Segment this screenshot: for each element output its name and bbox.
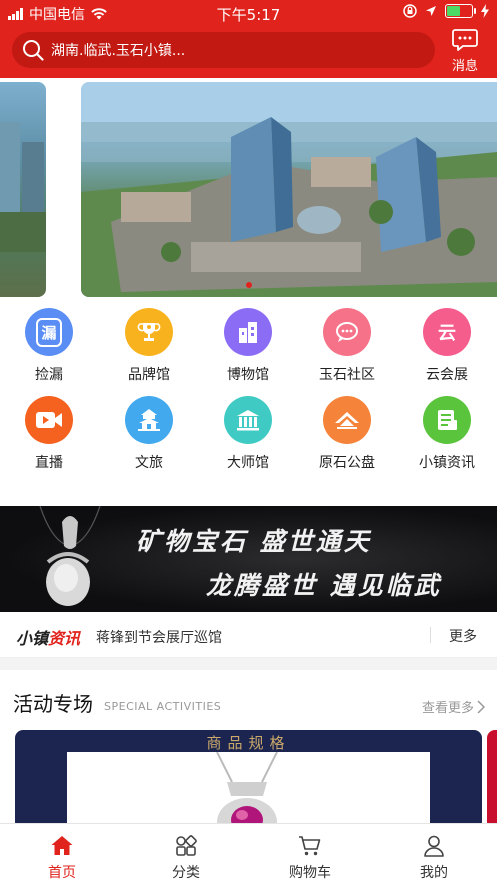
chevron-right-icon [477,699,485,714]
building-icon [224,308,272,356]
tab-category[interactable]: 分类 [146,834,226,882]
chat-bubble-icon [323,308,371,356]
category-label: 大师馆 [227,455,269,471]
message-button[interactable]: 消息 [443,28,487,74]
cloud-expo-icon: 云 [423,308,471,356]
battery-icon [445,4,476,18]
category-item-rough-stone[interactable]: 原石公盘 [307,396,387,472]
category-item-museum[interactable]: 博物馆 [208,308,288,384]
activity-card-header: 商品规格 [206,734,291,752]
news-brand-logo: 小镇资讯 [16,629,81,648]
section-separator [0,658,497,670]
category-label: 原石公盘 [319,455,375,471]
section-subtitle: SPECIAL ACTIVITIES [104,700,222,713]
category-icon [176,835,197,856]
tab-label: 购物车 [289,865,331,881]
pick-icon: 漏 [25,308,73,356]
category-label: 云会展 [426,367,468,383]
activity-card[interactable]: 商品规格 [15,730,482,830]
promo-headline-1: 矿物宝石 盛世通天 [136,527,372,556]
tab-cart[interactable]: 购物车 [270,834,350,882]
bottom-tab-bar: 首页 分类 购物车 我的 [0,823,497,883]
pagoda-icon [125,396,173,444]
charging-icon [481,4,489,18]
category-item-travel[interactable]: 文旅 [109,396,189,472]
activity-card-image [67,751,430,830]
category-label: 捡漏 [35,367,63,383]
search-input[interactable]: 湖南.临武.玉石小镇... [12,32,435,68]
view-more-link[interactable]: 查看更多 [422,697,485,716]
tab-label: 首页 [48,865,76,881]
jade-pendant-image [39,506,101,606]
status-bar: 中国电信 下午5:17 [0,0,497,26]
category-label: 品牌馆 [128,367,170,383]
cart-icon [299,836,321,856]
banner-prev-slide[interactable] [0,82,46,297]
carousel-indicator [246,282,252,288]
view-more-label: 查看更多 [421,701,474,716]
tab-profile[interactable]: 我的 [394,834,474,882]
search-placeholder: 湖南.临武.玉石小镇... [51,43,186,59]
banner-image[interactable] [81,82,497,297]
promo-banner[interactable]: 矿物宝石 盛世通天 龙腾盛世 遇见临武 [0,506,497,612]
video-camera-icon [25,396,73,444]
activity-card-next[interactable] [487,730,497,830]
news-ticker[interactable]: 小镇资讯 蒋锋到节会展厅巡馆 更多 [0,612,497,658]
news-more-link[interactable]: 更多 [449,626,477,646]
category-label: 直播 [35,455,63,471]
category-label: 博物馆 [227,367,269,383]
category-label: 文旅 [135,455,163,471]
promo-headline-2: 龙腾盛世 遇见临武 [206,571,442,600]
category-item-community[interactable]: 玉石社区 [307,308,387,384]
status-right [403,4,489,18]
tab-label: 分类 [172,865,200,881]
category-label: 小镇资讯 [419,455,475,471]
divider [430,627,431,643]
search-icon [23,40,44,61]
category-label: 玉石社区 [319,367,375,383]
news-icon [423,396,471,444]
section-title: 活动专场 [13,692,93,716]
stone-icon [323,396,371,444]
tab-label: 我的 [420,865,448,881]
category-item-master[interactable]: 大师馆 [208,396,288,472]
category-item-cloud-expo[interactable]: 云 云会展 [407,308,487,384]
home-icon [51,836,73,855]
app-header: 中国电信 下午5:17 湖南.临武.玉石小镇... 消息 [0,0,497,78]
category-item-brand[interactable]: 品牌馆 [109,308,189,384]
banner-carousel[interactable] [0,82,497,297]
news-headline[interactable]: 蒋锋到节会展厅巡馆 [96,627,222,647]
orientation-lock-icon [403,4,417,18]
category-item-jianlou[interactable]: 漏 捡漏 [9,308,89,384]
tab-home[interactable]: 首页 [22,834,102,882]
message-label: 消息 [451,59,478,74]
trophy-icon [125,308,173,356]
message-icon [452,29,478,51]
category-item-town-news[interactable]: 小镇资讯 [407,396,487,472]
location-icon [426,6,436,16]
hall-icon [224,396,272,444]
user-icon [424,835,444,857]
category-item-live[interactable]: 直播 [9,396,89,472]
